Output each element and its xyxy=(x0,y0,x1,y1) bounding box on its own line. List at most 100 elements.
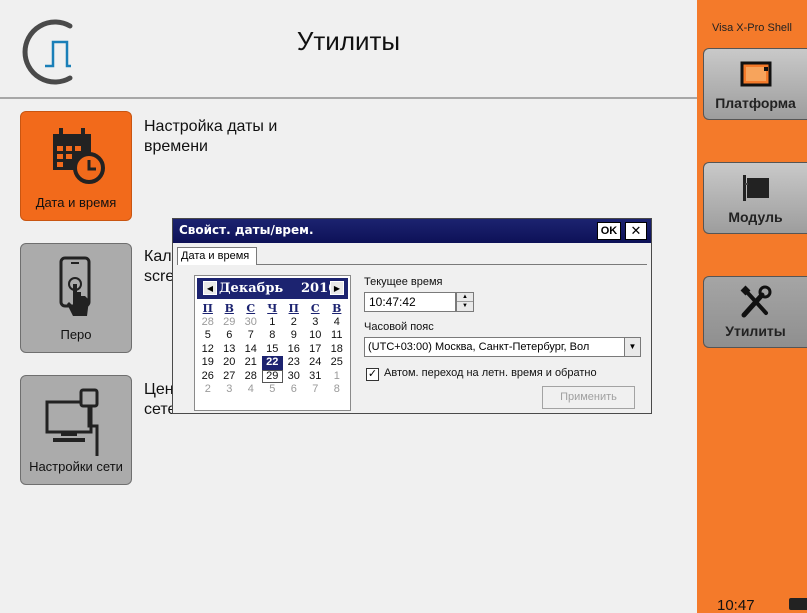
side-button-label: Модуль xyxy=(728,209,783,225)
calendar-day[interactable]: 23 xyxy=(283,356,305,370)
calendar-day[interactable]: 1 xyxy=(326,370,348,384)
calendar-day[interactable]: 6 xyxy=(219,329,241,343)
item-pen-text[interactable]: Кал scre xyxy=(144,247,174,287)
header-divider xyxy=(0,97,697,99)
calendar-day[interactable]: 9 xyxy=(283,329,305,343)
shell-title: Visa X-Pro Shell xyxy=(712,22,792,34)
item-text-line: scre xyxy=(144,268,175,285)
weekday-label: С xyxy=(310,302,320,315)
calendar-clock-icon xyxy=(21,122,131,192)
calendar-day[interactable]: 26 xyxy=(197,370,219,384)
platform-icon xyxy=(704,57,807,91)
dialog-title: Свойст. даты/врем. xyxy=(179,223,314,237)
calendar-day[interactable]: 18 xyxy=(326,343,348,357)
spin-down-icon[interactable]: ▼ xyxy=(457,302,473,311)
calendar-week: 26 27 28 29 30 31 1 xyxy=(197,369,348,384)
calendar-day[interactable]: 8 xyxy=(262,329,284,343)
calendar-day[interactable]: 12 xyxy=(197,343,219,357)
calendar-day[interactable]: 4 xyxy=(240,383,262,397)
dialog-titlebar[interactable]: Свойст. даты/врем. OK ✕ xyxy=(173,219,651,243)
tile-pen[interactable]: Перо xyxy=(20,243,132,353)
calendar-day[interactable]: 2 xyxy=(197,383,219,397)
calendar-day[interactable]: 6 xyxy=(283,383,305,397)
tab-date-time[interactable]: Дата и время xyxy=(177,247,257,265)
weekday-label: П xyxy=(202,302,213,315)
side-button-label: Платформа xyxy=(715,95,796,111)
weekday-row: П В С Ч П С В xyxy=(197,302,348,316)
calendar-day[interactable]: 24 xyxy=(305,356,327,370)
calendar-day[interactable]: 2 xyxy=(283,316,305,330)
calendar-month[interactable]: Декабрь xyxy=(219,281,283,296)
weekday-label: В xyxy=(224,302,234,315)
calendar-day[interactable]: 30 xyxy=(240,316,262,330)
tile-label: Перо xyxy=(60,327,92,342)
calendar-week: 5 6 7 8 9 10 11 xyxy=(197,329,348,343)
item-text-line: Настройка даты и xyxy=(144,118,278,135)
weekday-label: В xyxy=(332,302,342,315)
calendar-day[interactable]: 25 xyxy=(326,356,348,370)
calendar-day-selected[interactable]: 22 xyxy=(261,356,283,370)
module-icon xyxy=(704,171,807,205)
month-calendar: ◀ Декабрь 2016 ▶ П В С Ч П С В 28 29 30 … xyxy=(194,275,351,411)
battery-icon xyxy=(789,598,807,610)
dst-checkbox-label[interactable]: Автом. переход на летн. время и обратно xyxy=(384,367,597,379)
calendar-day[interactable]: 20 xyxy=(219,356,241,370)
calendar-day[interactable]: 29 xyxy=(219,316,241,330)
calendar-day[interactable]: 10 xyxy=(305,329,327,343)
header: Утилиты xyxy=(0,0,697,96)
calendar-day[interactable]: 31 xyxy=(305,370,327,384)
calendar-day[interactable]: 4 xyxy=(326,316,348,330)
time-spinner[interactable]: ▲ ▼ xyxy=(456,292,474,312)
calendar-day-today[interactable]: 29 xyxy=(261,369,283,383)
calendar-day[interactable]: 17 xyxy=(305,343,327,357)
weekday-label: П xyxy=(288,302,299,315)
calendar-day[interactable]: 8 xyxy=(326,383,348,397)
calendar-day[interactable]: 3 xyxy=(305,316,327,330)
tile-date-time[interactable]: Дата и время xyxy=(20,111,132,221)
calendar-day[interactable]: 28 xyxy=(240,370,262,384)
calendar-day[interactable]: 5 xyxy=(262,383,284,397)
module-button[interactable]: Модуль xyxy=(703,162,807,234)
weekday-label: Ч xyxy=(267,302,278,315)
calendar-day[interactable]: 15 xyxy=(262,343,284,357)
next-month-icon[interactable]: ▶ xyxy=(330,281,344,295)
right-panel: Visa X-Pro Shell Платформа Модуль Утилит… xyxy=(697,0,807,613)
spin-up-icon[interactable]: ▲ xyxy=(457,293,473,302)
calendar-day[interactable]: 7 xyxy=(240,329,262,343)
ok-button[interactable]: OK xyxy=(597,222,621,240)
clock: 10:47 xyxy=(717,597,755,613)
timezone-label: Часовой пояс xyxy=(364,321,434,333)
calendar-day[interactable]: 21 xyxy=(240,356,262,370)
item-text-line: Кал xyxy=(144,248,172,265)
calendar-day[interactable]: 7 xyxy=(305,383,327,397)
apply-button[interactable]: Применить xyxy=(542,386,635,409)
dst-checkbox[interactable]: ✓ xyxy=(366,368,379,381)
calendar-header: ◀ Декабрь 2016 ▶ xyxy=(197,278,348,299)
utilities-button[interactable]: Утилиты xyxy=(703,276,807,348)
calendar-day[interactable]: 16 xyxy=(283,343,305,357)
network-settings-icon xyxy=(21,386,131,456)
platform-button[interactable]: Платформа xyxy=(703,48,807,120)
calendar-day[interactable]: 14 xyxy=(240,343,262,357)
current-time-field[interactable]: 10:47:42 xyxy=(364,292,456,312)
dropdown-arrow-icon[interactable]: ▼ xyxy=(624,338,640,356)
item-text-line: времени xyxy=(144,138,208,155)
tile-network[interactable]: Настройки сети xyxy=(20,375,132,485)
calendar-day[interactable]: 13 xyxy=(219,343,241,357)
calendar-day[interactable]: 5 xyxy=(197,329,219,343)
calendar-day[interactable]: 19 xyxy=(197,356,219,370)
touch-phone-icon xyxy=(21,254,131,324)
calendar-day[interactable]: 3 xyxy=(219,383,241,397)
calendar-week: 12 13 14 15 16 17 18 xyxy=(197,343,348,357)
side-button-label: Утилиты xyxy=(725,323,786,339)
close-button[interactable]: ✕ xyxy=(625,222,647,240)
calendar-day[interactable]: 27 xyxy=(219,370,241,384)
item-date-time-text[interactable]: Настройка даты и времени xyxy=(144,117,277,157)
calendar-day[interactable]: 30 xyxy=(283,370,305,384)
timezone-select[interactable]: (UTC+03:00) Москва, Санкт-Петербург, Вол xyxy=(364,337,641,357)
weekday-label: С xyxy=(246,302,256,315)
prev-month-icon[interactable]: ◀ xyxy=(203,281,217,295)
calendar-day[interactable]: 1 xyxy=(262,316,284,330)
calendar-day[interactable]: 28 xyxy=(197,316,219,330)
calendar-day[interactable]: 11 xyxy=(326,329,348,343)
